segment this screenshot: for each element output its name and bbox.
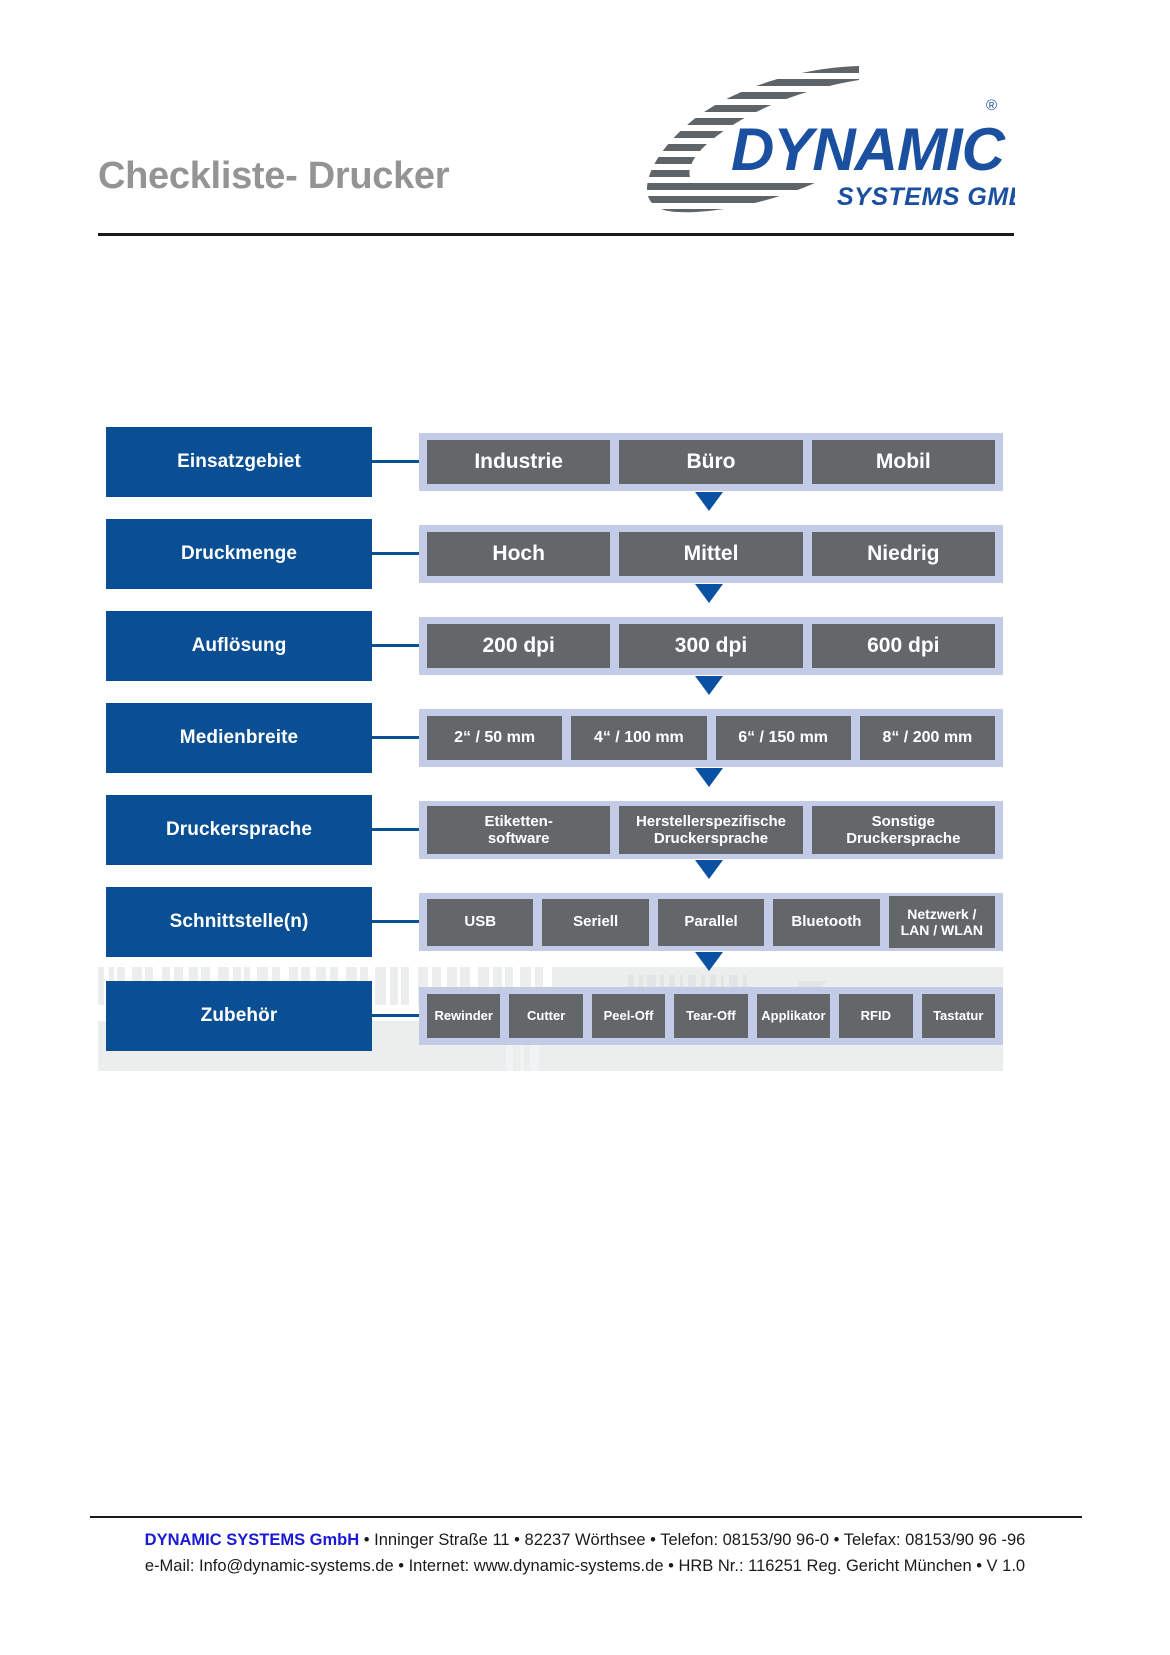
flow-arrow-down-icon: [695, 492, 723, 511]
option-box[interactable]: Tear-Off: [674, 994, 748, 1038]
option-box[interactable]: 4“ / 100 mm: [571, 716, 707, 760]
flow-arrow-down-icon: [695, 584, 723, 603]
diagram-row: Auflösung 200 dpi 300 dpi 600 dpi: [0, 611, 1170, 681]
printer-checklist-diagram: Einsatzgebiet Industrie Büro Mobil Druck…: [0, 0, 1170, 1655]
option-box[interactable]: Cutter: [509, 994, 583, 1038]
row-connector: [372, 644, 420, 647]
diagram-row: Einsatzgebiet Industrie Büro Mobil: [0, 427, 1170, 497]
flow-arrow-down-icon: [695, 860, 723, 879]
row-connector: [372, 552, 420, 555]
option-band: 200 dpi 300 dpi 600 dpi: [419, 617, 1003, 675]
option-band: Hoch Mittel Niedrig: [419, 525, 1003, 583]
option-band: Etiketten- software Herstellerspezifisch…: [419, 801, 1003, 859]
option-box[interactable]: Niedrig: [811, 532, 995, 576]
row-label-einsatzgebiet[interactable]: Einsatzgebiet: [106, 427, 372, 497]
option-box[interactable]: 300 dpi: [619, 624, 803, 668]
row-connector: [372, 1014, 420, 1017]
diagram-row: Medienbreite 2“ / 50 mm 4“ / 100 mm 6“ /…: [0, 703, 1170, 773]
option-box[interactable]: Industrie: [427, 440, 611, 484]
option-box[interactable]: Bluetooth: [773, 898, 880, 946]
footer-address-contact: • Inninger Straße 11 • 82237 Wörthsee • …: [359, 1531, 1026, 1549]
page-footer: DYNAMIC SYSTEMS GmbH • Inninger Straße 1…: [0, 1528, 1170, 1579]
option-box[interactable]: RFID: [839, 994, 913, 1038]
row-connector: [372, 736, 420, 739]
document-page: Checkliste- Drucker DYNAMIC ® SYSTEMS GM…: [0, 0, 1170, 1655]
row-label-zubehoer[interactable]: Zubehör: [106, 981, 372, 1051]
row-connector: [372, 828, 420, 831]
row-connector: [372, 460, 420, 463]
option-box[interactable]: Hoch: [427, 532, 611, 576]
option-box[interactable]: Herstellerspezifische Druckersprache: [619, 806, 803, 854]
option-box[interactable]: Seriell: [542, 898, 649, 946]
option-box[interactable]: 2“ / 50 mm: [427, 716, 563, 760]
option-box[interactable]: Etiketten- software: [427, 806, 611, 854]
footer-line-2: e-Mail: Info@dynamic-systems.de • Intern…: [144, 1556, 1026, 1575]
footer-divider: [90, 1516, 1082, 1518]
option-box[interactable]: 8“ / 200 mm: [859, 716, 995, 760]
row-label-schnittstellen[interactable]: Schnittstelle(n): [106, 887, 372, 957]
option-box[interactable]: 200 dpi: [427, 624, 611, 668]
option-box[interactable]: Applikator: [756, 994, 831, 1038]
row-connector: [372, 920, 420, 923]
flow-arrow-down-icon: [695, 768, 723, 787]
diagram-row: Schnittstelle(n) USB Seriell Parallel Bl…: [0, 887, 1170, 957]
option-band: Rewinder Cutter Peel-Off Tear-Off Applik…: [419, 987, 1003, 1045]
option-box[interactable]: Mobil: [811, 440, 995, 484]
option-box[interactable]: Netzwerk / LAN / WLAN: [888, 896, 996, 948]
row-label-aufloesung[interactable]: Auflösung: [106, 611, 372, 681]
option-box[interactable]: Tastatur: [921, 994, 995, 1038]
row-label-medienbreite[interactable]: Medienbreite: [106, 703, 372, 773]
option-box[interactable]: Peel-Off: [591, 994, 666, 1038]
footer-line-1: DYNAMIC SYSTEMS GmbH • Inninger Straße 1…: [0, 1528, 1170, 1554]
diagram-row: Druckmenge Hoch Mittel Niedrig: [0, 519, 1170, 589]
row-label-druckersprache[interactable]: Druckersprache: [106, 795, 372, 865]
option-box[interactable]: Sonstige Druckersprache: [811, 806, 995, 854]
option-band: 2“ / 50 mm 4“ / 100 mm 6“ / 150 mm 8“ / …: [419, 709, 1003, 767]
flow-arrow-down-icon: [695, 952, 723, 971]
footer-company-name: DYNAMIC SYSTEMS GmbH: [144, 1531, 360, 1549]
diagram-row: Druckersprache Etiketten- software Herst…: [0, 795, 1170, 865]
option-band: Industrie Büro Mobil: [419, 433, 1003, 491]
option-box[interactable]: 6“ / 150 mm: [715, 716, 851, 760]
row-label-druckmenge[interactable]: Druckmenge: [106, 519, 372, 589]
option-box[interactable]: Büro: [619, 440, 803, 484]
option-box[interactable]: 600 dpi: [811, 624, 995, 668]
option-box[interactable]: Parallel: [657, 898, 765, 946]
diagram-row: Zubehör Rewinder Cutter Peel-Off Tear-Of…: [0, 981, 1170, 1051]
option-box[interactable]: Mittel: [619, 532, 803, 576]
option-band: USB Seriell Parallel Bluetooth Netzwerk …: [419, 893, 1003, 951]
flow-arrow-down-icon: [695, 676, 723, 695]
option-box[interactable]: Rewinder: [427, 994, 501, 1038]
option-box[interactable]: USB: [427, 898, 534, 946]
